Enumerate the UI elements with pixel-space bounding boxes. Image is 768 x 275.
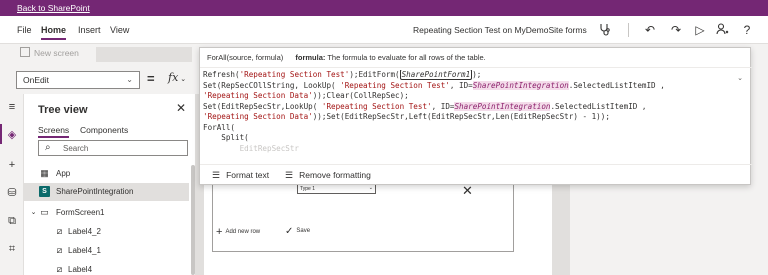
label-icon: ⧄ — [56, 245, 63, 255]
remove-formatting-label: Remove formatting — [299, 170, 371, 180]
hamburger-icon[interactable]: ≡ — [5, 100, 19, 114]
insert-plus-icon[interactable]: + — [5, 158, 19, 172]
add-new-row-label: Add new row — [225, 229, 261, 235]
data-icon[interactable]: ⛁ — [5, 186, 19, 200]
param-name: formula: — [295, 53, 326, 62]
tree-scrollbar[interactable] — [191, 165, 195, 275]
property-dropdown[interactable]: OnEdit ⌄ — [16, 71, 140, 89]
close-icon[interactable]: ✕ — [176, 101, 186, 115]
tree-search-input[interactable]: ⌕ Search — [38, 140, 188, 156]
layers-icon[interactable]: ◈ — [5, 128, 19, 142]
code-line: 'Repeating Section Data'));Clear(CollRep… — [203, 91, 409, 100]
label-icon: ⧄ — [56, 226, 63, 236]
top-bar: Back to SharePoint — [0, 0, 768, 16]
function-signature: ForAll(source, formula) formula: The for… — [200, 48, 752, 68]
format-text-button[interactable]: ☰ Format text — [212, 170, 269, 181]
sharepoint-icon: S — [39, 186, 50, 197]
tab-components[interactable]: Components — [80, 125, 128, 135]
code-line: EditRepSecStr — [203, 143, 300, 153]
code-line: Refresh('Repeating Section Test');EditFo… — [203, 70, 482, 80]
fx-button[interactable]: fx ⌄ — [168, 71, 196, 89]
tree-view-panel: Tree view ✕ Screens Components ⌕ Search … — [24, 94, 196, 275]
person-icon[interactable] — [714, 22, 730, 38]
undo-icon[interactable]: ↶ — [642, 22, 658, 38]
fx-label: fx — [168, 71, 179, 84]
menu-file[interactable]: File — [17, 25, 32, 35]
back-to-sharepoint-link[interactable]: Back to SharePoint — [17, 3, 90, 13]
tree-item-label: Label4 — [68, 265, 93, 274]
tree-item-formscreen1[interactable]: ⌄ ▭ FormScreen1 — [24, 204, 189, 222]
tree-item-label: SharePointIntegration — [56, 187, 134, 196]
left-rail: ≡ ◈ + ⛁ ⧉ ⌗ — [0, 94, 24, 275]
checkmark-icon: ✓ — [285, 226, 294, 237]
code-line: 'Repeating Section Data'));Set(EditRepSe… — [203, 112, 610, 121]
tree-item-label: App — [56, 169, 71, 178]
app-title: Repeating Section Test on MyDemoSite for… — [413, 25, 587, 35]
tree-item-label4[interactable]: ⧄ Label4 — [24, 261, 189, 275]
new-screen-button[interactable]: New screen — [20, 47, 90, 63]
variables-icon[interactable]: ⌗ — [5, 242, 19, 256]
screen-icon: ▭ — [40, 207, 49, 217]
chevron-down-icon: ⌄ — [126, 75, 133, 84]
remove-format-icon: ☰ — [285, 170, 294, 180]
redo-icon[interactable]: ↷ — [668, 22, 684, 38]
tree-view-title: Tree view — [38, 104, 88, 116]
param-description: The formula to evaluate for all rows of … — [327, 53, 486, 62]
code-line: Set(RepSecCOllString, LookUp( 'Repeating… — [203, 80, 665, 90]
formula-popup-footer: ☰ Format text ☰ Remove formatting — [200, 164, 752, 185]
ribbon-dropdown[interactable] — [96, 47, 192, 62]
stethoscope-icon[interactable] — [597, 22, 613, 38]
tab-screens[interactable]: Screens — [38, 125, 70, 138]
property-value: OnEdit — [23, 75, 49, 85]
toolbar-separator — [628, 23, 629, 37]
menu-home[interactable]: Home — [41, 25, 67, 40]
tree-item-label: Label4_2 — [68, 227, 101, 236]
tree-item-sharepointintegration[interactable]: S SharePointIntegration — [24, 183, 189, 201]
chevron-down-icon: ⌄ — [368, 185, 373, 191]
code-line: Split( — [203, 133, 249, 142]
chevron-down-icon[interactable]: ⌄ — [28, 207, 39, 218]
formula-code-editor[interactable]: Refresh('Repeating Section Test');EditFo… — [203, 70, 743, 162]
new-screen-icon — [20, 47, 30, 57]
help-icon[interactable]: ? — [739, 22, 755, 38]
menu-insert[interactable]: Insert — [78, 25, 101, 35]
formula-editor-popup: ForAll(source, formula) formula: The for… — [199, 47, 752, 185]
menu-bar: File Home Insert View Repeating Section … — [0, 16, 768, 44]
type-dropdown[interactable]: Type 1 ⌄ — [297, 184, 376, 194]
chevron-down-icon[interactable]: ⌄ — [737, 74, 743, 82]
tree-item-label: FormScreen1 — [56, 208, 105, 217]
format-lines-icon: ☰ — [212, 170, 221, 180]
search-placeholder: Search — [63, 144, 89, 153]
plus-icon: + — [216, 226, 223, 238]
tree-item-app[interactable]: ▦ App — [24, 165, 189, 183]
code-line: Set(EditRepSecStr,LookUp( 'Repeating Sec… — [203, 101, 647, 111]
search-icon: ⌕ — [45, 142, 51, 153]
format-text-label: Format text — [226, 170, 270, 180]
signature-text: ForAll(source, formula) — [207, 53, 284, 62]
equals-sign: = — [147, 71, 155, 86]
tree-item-label: Label4_1 — [68, 246, 101, 255]
save-label: Save — [296, 228, 311, 234]
tree-item-label4-2[interactable]: ⧄ Label4_2 — [24, 223, 189, 241]
rail-active-indicator — [0, 124, 2, 144]
play-icon[interactable]: ▷ — [692, 22, 708, 38]
remove-formatting-button[interactable]: ☰ Remove formatting — [285, 170, 371, 181]
tree-item-label4-1[interactable]: ⧄ Label4_1 — [24, 242, 189, 260]
delete-row-icon[interactable]: ✕ — [462, 183, 473, 199]
media-icon[interactable]: ⧉ — [5, 214, 19, 228]
type-dropdown-value: Type 1 — [300, 186, 316, 192]
chevron-down-icon: ⌄ — [180, 76, 187, 83]
add-new-row-button[interactable]: + Add new row — [216, 226, 260, 238]
label-icon: ⧄ — [56, 264, 63, 274]
menu-view[interactable]: View — [110, 25, 129, 35]
save-button[interactable]: ✓ Save — [285, 226, 310, 237]
new-screen-label: New screen — [34, 48, 79, 58]
code-line: ForAll( — [203, 122, 236, 132]
app-icon: ▦ — [40, 168, 49, 178]
